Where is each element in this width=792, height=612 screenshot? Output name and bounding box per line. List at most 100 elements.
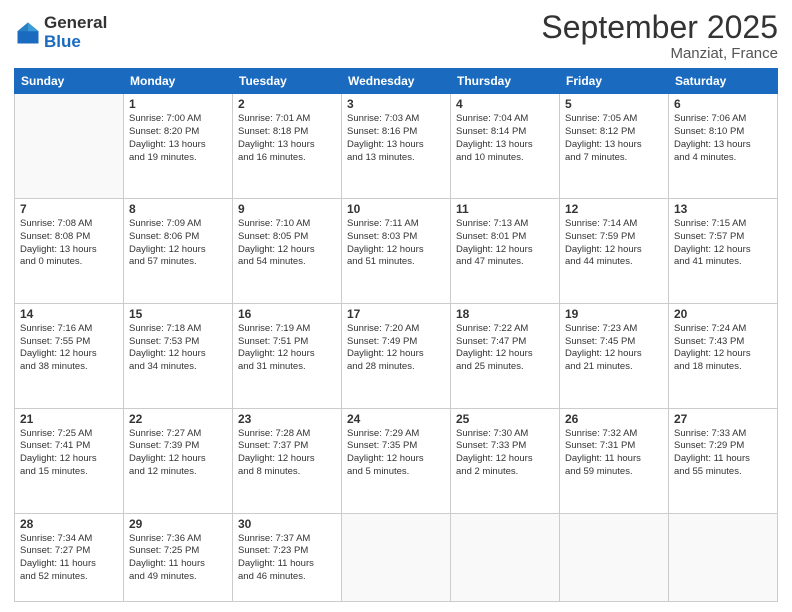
day-number: 25 bbox=[456, 412, 554, 426]
day-number: 26 bbox=[565, 412, 663, 426]
day-number: 17 bbox=[347, 307, 445, 321]
day-number: 8 bbox=[129, 202, 227, 216]
logo-icon bbox=[14, 19, 42, 47]
day-number: 6 bbox=[674, 97, 772, 111]
table-row: 11 Sunrise: 7:13 AMSunset: 8:01 PMDayligh… bbox=[451, 199, 560, 304]
table-row: 21 Sunrise: 7:25 AMSunset: 7:41 PMDayligh… bbox=[15, 408, 124, 513]
day-info: Sunrise: 7:24 AMSunset: 7:43 PMDaylight:… bbox=[674, 323, 772, 374]
table-row: 15 Sunrise: 7:18 AMSunset: 7:53 PMDayligh… bbox=[124, 303, 233, 408]
table-row: 25 Sunrise: 7:30 AMSunset: 7:33 PMDayligh… bbox=[451, 408, 560, 513]
calendar-location: Manziat, France bbox=[541, 45, 778, 62]
day-number: 2 bbox=[238, 97, 336, 111]
table-row: 7 Sunrise: 7:08 AMSunset: 8:08 PMDaylight… bbox=[15, 199, 124, 304]
day-number: 13 bbox=[674, 202, 772, 216]
header-tuesday: Tuesday bbox=[233, 69, 342, 94]
day-number: 15 bbox=[129, 307, 227, 321]
day-info: Sunrise: 7:25 AMSunset: 7:41 PMDaylight:… bbox=[20, 428, 118, 479]
table-row bbox=[560, 513, 669, 602]
day-info: Sunrise: 7:03 AMSunset: 8:16 PMDaylight:… bbox=[347, 113, 445, 164]
day-info: Sunrise: 7:08 AMSunset: 8:08 PMDaylight:… bbox=[20, 218, 118, 269]
header-saturday: Saturday bbox=[669, 69, 778, 94]
table-row: 10 Sunrise: 7:11 AMSunset: 8:03 PMDayligh… bbox=[342, 199, 451, 304]
day-info: Sunrise: 7:05 AMSunset: 8:12 PMDaylight:… bbox=[565, 113, 663, 164]
day-info: Sunrise: 7:00 AMSunset: 8:20 PMDaylight:… bbox=[129, 113, 227, 164]
day-number: 29 bbox=[129, 517, 227, 531]
day-info: Sunrise: 7:11 AMSunset: 8:03 PMDaylight:… bbox=[347, 218, 445, 269]
day-info: Sunrise: 7:29 AMSunset: 7:35 PMDaylight:… bbox=[347, 428, 445, 479]
header-wednesday: Wednesday bbox=[342, 69, 451, 94]
day-number: 19 bbox=[565, 307, 663, 321]
day-number: 22 bbox=[129, 412, 227, 426]
day-info: Sunrise: 7:04 AMSunset: 8:14 PMDaylight:… bbox=[456, 113, 554, 164]
day-number: 21 bbox=[20, 412, 118, 426]
day-number: 5 bbox=[565, 97, 663, 111]
calendar-table: Sunday Monday Tuesday Wednesday Thursday… bbox=[14, 68, 778, 602]
day-info: Sunrise: 7:15 AMSunset: 7:57 PMDaylight:… bbox=[674, 218, 772, 269]
day-number: 28 bbox=[20, 517, 118, 531]
table-row: 30 Sunrise: 7:37 AMSunset: 7:23 PMDayligh… bbox=[233, 513, 342, 602]
table-row: 8 Sunrise: 7:09 AMSunset: 8:06 PMDaylight… bbox=[124, 199, 233, 304]
table-row bbox=[342, 513, 451, 602]
day-number: 4 bbox=[456, 97, 554, 111]
table-row: 28 Sunrise: 7:34 AMSunset: 7:27 PMDayligh… bbox=[15, 513, 124, 602]
table-row bbox=[15, 94, 124, 199]
day-number: 23 bbox=[238, 412, 336, 426]
table-row: 2 Sunrise: 7:01 AMSunset: 8:18 PMDaylight… bbox=[233, 94, 342, 199]
table-row: 20 Sunrise: 7:24 AMSunset: 7:43 PMDayligh… bbox=[669, 303, 778, 408]
day-info: Sunrise: 7:20 AMSunset: 7:49 PMDaylight:… bbox=[347, 323, 445, 374]
day-number: 10 bbox=[347, 202, 445, 216]
day-info: Sunrise: 7:32 AMSunset: 7:31 PMDaylight:… bbox=[565, 428, 663, 479]
table-row: 6 Sunrise: 7:06 AMSunset: 8:10 PMDaylight… bbox=[669, 94, 778, 199]
table-row: 3 Sunrise: 7:03 AMSunset: 8:16 PMDaylight… bbox=[342, 94, 451, 199]
table-row: 18Sunrise: 7:22 AMSunset: 7:47 PMDayligh… bbox=[451, 303, 560, 408]
table-row: 1 Sunrise: 7:00 AMSunset: 8:20 PMDaylight… bbox=[124, 94, 233, 199]
table-row: 24Sunrise: 7:29 AMSunset: 7:35 PMDayligh… bbox=[342, 408, 451, 513]
table-row bbox=[451, 513, 560, 602]
day-info: Sunrise: 7:28 AMSunset: 7:37 PMDaylight:… bbox=[238, 428, 336, 479]
table-row: 13 Sunrise: 7:15 AMSunset: 7:57 PMDayligh… bbox=[669, 199, 778, 304]
day-number: 7 bbox=[20, 202, 118, 216]
day-info: Sunrise: 7:13 AMSunset: 8:01 PMDaylight:… bbox=[456, 218, 554, 269]
day-info: Sunrise: 7:18 AMSunset: 7:53 PMDaylight:… bbox=[129, 323, 227, 374]
day-info: Sunrise: 7:23 AMSunset: 7:45 PMDaylight:… bbox=[565, 323, 663, 374]
table-row: 19 Sunrise: 7:23 AMSunset: 7:45 PMDayligh… bbox=[560, 303, 669, 408]
table-row bbox=[669, 513, 778, 602]
header: General Blue September 2025 Manziat, Fra… bbox=[14, 10, 778, 62]
day-info: Sunrise: 7:16 AMSunset: 7:55 PMDaylight:… bbox=[20, 323, 118, 374]
day-info: Sunrise: 7:09 AMSunset: 8:06 PMDaylight:… bbox=[129, 218, 227, 269]
page: General Blue September 2025 Manziat, Fra… bbox=[0, 0, 792, 612]
day-number: 30 bbox=[238, 517, 336, 531]
header-thursday: Thursday bbox=[451, 69, 560, 94]
day-info: Sunrise: 7:30 AMSunset: 7:33 PMDaylight:… bbox=[456, 428, 554, 479]
day-number: 16 bbox=[238, 307, 336, 321]
table-row: 16 Sunrise: 7:19 AMSunset: 7:51 PMDayligh… bbox=[233, 303, 342, 408]
title-block: September 2025 Manziat, France bbox=[541, 10, 778, 62]
table-row: 26 Sunrise: 7:32 AMSunset: 7:31 PMDayligh… bbox=[560, 408, 669, 513]
day-info: Sunrise: 7:01 AMSunset: 8:18 PMDaylight:… bbox=[238, 113, 336, 164]
table-row: 14 Sunrise: 7:16 AMSunset: 7:55 PMDayligh… bbox=[15, 303, 124, 408]
header-sunday: Sunday bbox=[15, 69, 124, 94]
day-number: 1 bbox=[129, 97, 227, 111]
header-monday: Monday bbox=[124, 69, 233, 94]
table-row: 5 Sunrise: 7:05 AMSunset: 8:12 PMDaylight… bbox=[560, 94, 669, 199]
day-number: 20 bbox=[674, 307, 772, 321]
day-info: Sunrise: 7:36 AMSunset: 7:25 PMDaylight:… bbox=[129, 533, 227, 584]
table-row: 9 Sunrise: 7:10 AMSunset: 8:05 PMDaylight… bbox=[233, 199, 342, 304]
logo-blue-label: Blue bbox=[44, 33, 107, 52]
logo-text: General Blue bbox=[44, 14, 107, 51]
day-info: Sunrise: 7:19 AMSunset: 7:51 PMDaylight:… bbox=[238, 323, 336, 374]
day-info: Sunrise: 7:06 AMSunset: 8:10 PMDaylight:… bbox=[674, 113, 772, 164]
table-row: 22Sunrise: 7:27 AMSunset: 7:39 PMDayligh… bbox=[124, 408, 233, 513]
day-number: 14 bbox=[20, 307, 118, 321]
day-number: 12 bbox=[565, 202, 663, 216]
day-info: Sunrise: 7:10 AMSunset: 8:05 PMDaylight:… bbox=[238, 218, 336, 269]
day-number: 11 bbox=[456, 202, 554, 216]
day-info: Sunrise: 7:22 AMSunset: 7:47 PMDaylight:… bbox=[456, 323, 554, 374]
day-number: 9 bbox=[238, 202, 336, 216]
day-number: 3 bbox=[347, 97, 445, 111]
table-row: 4 Sunrise: 7:04 AMSunset: 8:14 PMDaylight… bbox=[451, 94, 560, 199]
table-row: 17 Sunrise: 7:20 AMSunset: 7:49 PMDayligh… bbox=[342, 303, 451, 408]
table-row: 12Sunrise: 7:14 AMSunset: 7:59 PMDayligh… bbox=[560, 199, 669, 304]
day-info: Sunrise: 7:37 AMSunset: 7:23 PMDaylight:… bbox=[238, 533, 336, 584]
day-info: Sunrise: 7:34 AMSunset: 7:27 PMDaylight:… bbox=[20, 533, 118, 584]
